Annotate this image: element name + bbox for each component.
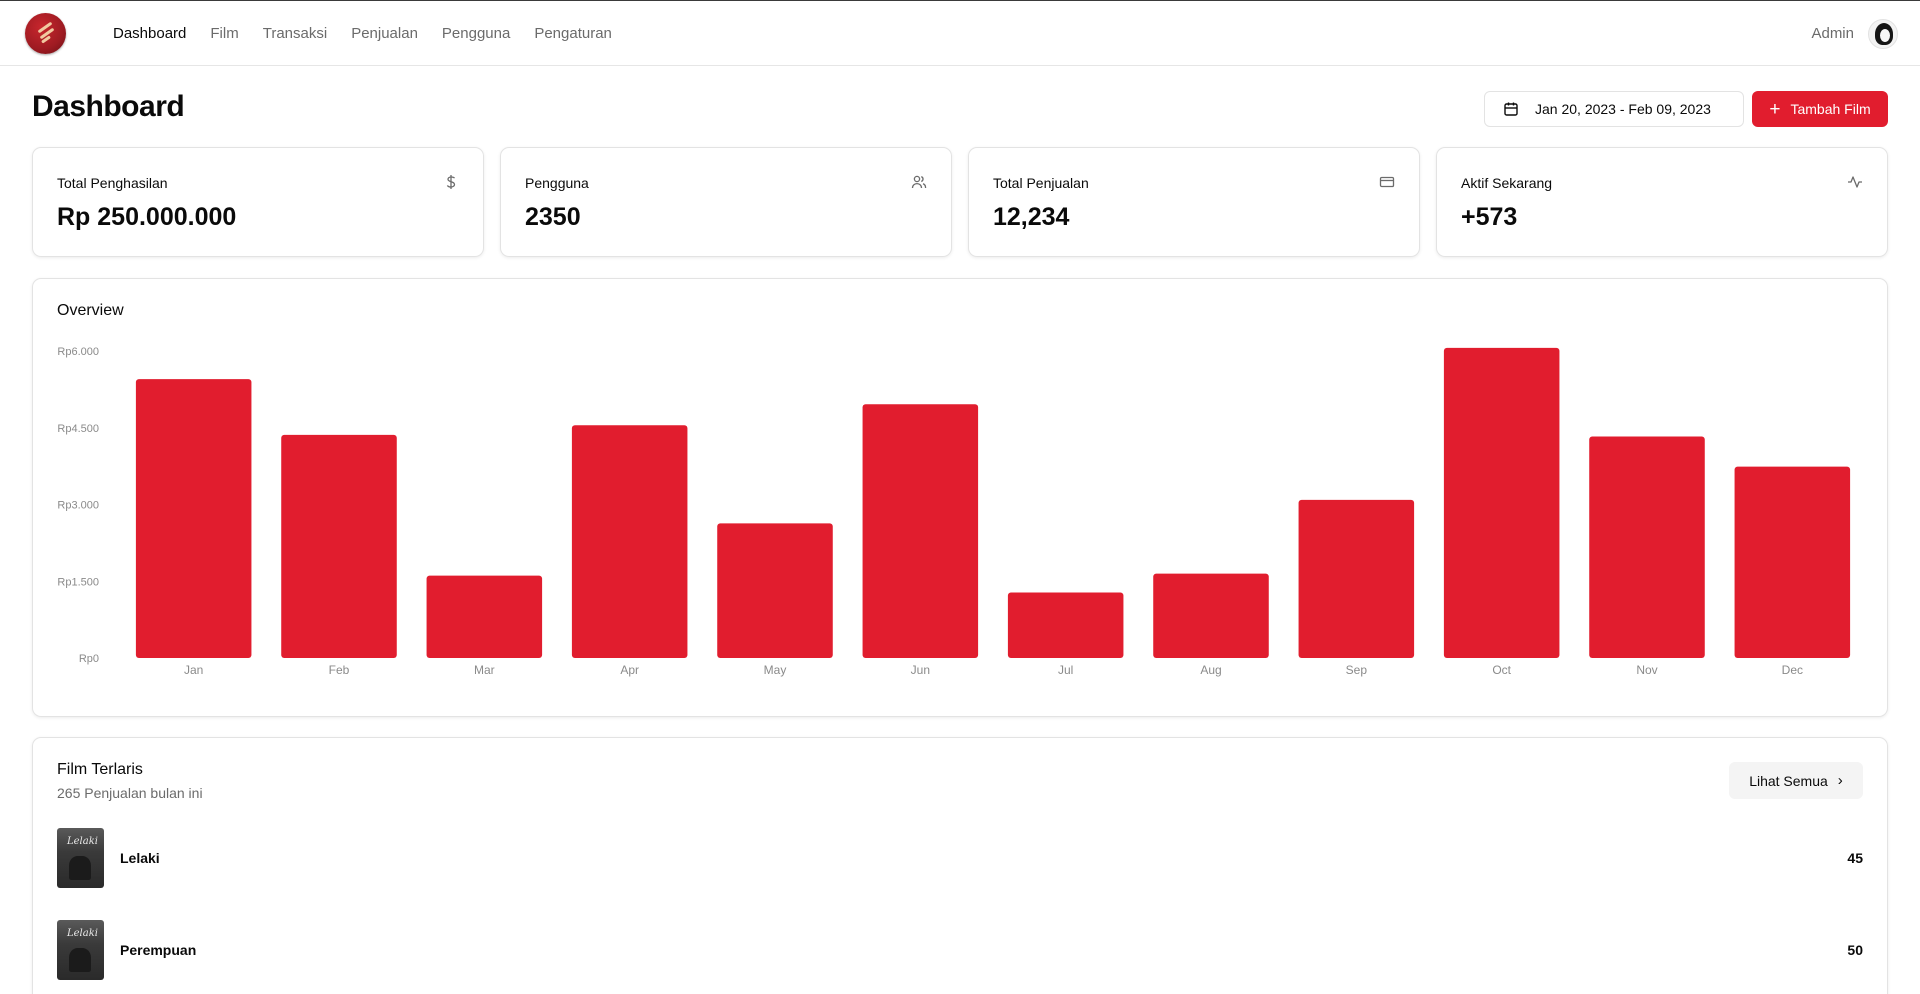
x-tick-label: Oct (1492, 663, 1511, 677)
films-subtitle: 265 Penjualan bulan ini (57, 785, 203, 801)
y-tick-label: Rp3.000 (57, 500, 99, 512)
stat-card-total-penghasilan: Total Penghasilan Rp 250.000.000 (32, 147, 484, 257)
bar-aug[interactable] (1153, 573, 1269, 658)
bar-mar[interactable] (426, 575, 543, 658)
bar-sep[interactable] (1298, 499, 1415, 658)
overview-bar-chart: Rp0 Rp1.500 Rp3.000 Rp4.500 Rp6.000 Jan Feb Mar… (57, 346, 1851, 677)
users-icon (911, 175, 927, 189)
x-tick-label: Sep (1346, 663, 1368, 677)
bar-feb[interactable] (281, 434, 397, 658)
nav-item-film[interactable]: Film (210, 25, 238, 42)
credit-card-icon (1379, 176, 1395, 188)
bar-dec[interactable] (1734, 466, 1851, 658)
film-poster: Lelaki (57, 828, 104, 888)
top-films-card: Film Terlaris 265 Penjualan bulan ini Li… (32, 737, 1888, 994)
stat-card-total-penjualan: Total Penjualan 12,234 (968, 147, 1420, 257)
see-all-button[interactable]: Lihat Semua › (1729, 762, 1863, 799)
stat-label: Total Penghasilan (57, 175, 168, 191)
stat-value: Rp 250.000.000 (57, 203, 237, 231)
overview-card: Overview Rp0 Rp1.500 Rp3.000 Rp4.500 Rp6.000… (32, 278, 1888, 717)
x-tick-label: Dec (1782, 663, 1803, 677)
stat-value: +573 (1461, 203, 1518, 231)
y-tick-label: Rp4.500 (57, 423, 99, 435)
x-tick-label: Aug (1200, 663, 1221, 677)
y-tick-label: Rp1.500 (57, 576, 99, 588)
x-tick-label: Jun (911, 663, 930, 677)
x-tick-label: Feb (329, 663, 350, 677)
plus-icon: + (1769, 98, 1781, 120)
nav-item-transaksi[interactable]: Transaksi (263, 25, 327, 42)
stat-label: Aktif Sekarang (1461, 175, 1553, 191)
x-tick-label: Jul (1058, 663, 1073, 677)
poster-title: Lelaki (67, 928, 98, 939)
bar-jan[interactable] (135, 379, 252, 658)
add-film-label: Tambah Film (1790, 101, 1871, 117)
film-row[interactable]: Lelaki Lelaki 45 (57, 828, 1863, 888)
user-name[interactable]: Admin (1811, 25, 1854, 42)
x-tick-label: Nov (1636, 663, 1657, 677)
y-tick-label: Rp0 (79, 653, 99, 665)
date-range-picker[interactable]: Jan 20, 2023 - Feb 09, 2023 (1484, 91, 1744, 127)
films-title: Film Terlaris (57, 761, 143, 778)
date-range-label: Jan 20, 2023 - Feb 09, 2023 (1535, 101, 1711, 117)
film-row[interactable]: Lelaki Perempuan 50 (57, 920, 1863, 980)
bar-jul[interactable] (1007, 592, 1124, 658)
page-title: Dashboard (32, 90, 185, 123)
x-tick-label: May (764, 663, 787, 677)
stat-value: 2350 (525, 203, 581, 231)
nav-item-penjualan[interactable]: Penjualan (351, 25, 418, 42)
x-tick-label: Jan (184, 663, 203, 677)
nav-item-pengaturan[interactable]: Pengaturan (534, 25, 612, 42)
see-all-label: Lihat Semua (1749, 772, 1828, 789)
activity-icon (1848, 176, 1862, 188)
brand-logo[interactable] (25, 13, 66, 54)
stat-card-aktif-sekarang: Aktif Sekarang +573 (1436, 147, 1888, 257)
x-tick-label: Mar (474, 663, 495, 677)
nav-item-pengguna[interactable]: Pengguna (442, 25, 510, 42)
dollar-icon (446, 175, 456, 189)
film-name: Lelaki (120, 850, 160, 866)
poster-title: Lelaki (67, 836, 98, 847)
film-poster: Lelaki (57, 920, 104, 980)
avatar[interactable] (1868, 18, 1898, 49)
bar-nov[interactable] (1589, 436, 1705, 658)
nav-item-dashboard[interactable]: Dashboard (113, 25, 186, 42)
top-navbar: Dashboard Film Transaksi Penjualan Pengg… (0, 1, 1920, 66)
bar-jun[interactable] (862, 404, 979, 658)
stat-label: Pengguna (525, 175, 589, 191)
x-tick-label: Apr (620, 663, 639, 677)
add-film-button[interactable]: + Tambah Film (1752, 91, 1888, 127)
main-nav: Dashboard Film Transaksi Penjualan Pengg… (113, 1, 636, 66)
stat-value: 12,234 (993, 203, 1070, 231)
bar-apr[interactable] (571, 425, 688, 658)
film-count: 50 (1847, 942, 1863, 958)
chevron-right-icon: › (1837, 772, 1843, 789)
film-count: 45 (1847, 850, 1863, 866)
bar-oct[interactable] (1443, 347, 1560, 658)
calendar-icon (1504, 102, 1518, 116)
y-tick-label: Rp6.000 (57, 346, 99, 358)
bar-may[interactable] (717, 523, 833, 658)
user-menu[interactable]: Admin (1811, 1, 1898, 66)
stat-card-pengguna: Pengguna 2350 (500, 147, 952, 257)
film-name: Perempuan (120, 942, 197, 958)
stat-label: Total Penjualan (993, 175, 1089, 191)
